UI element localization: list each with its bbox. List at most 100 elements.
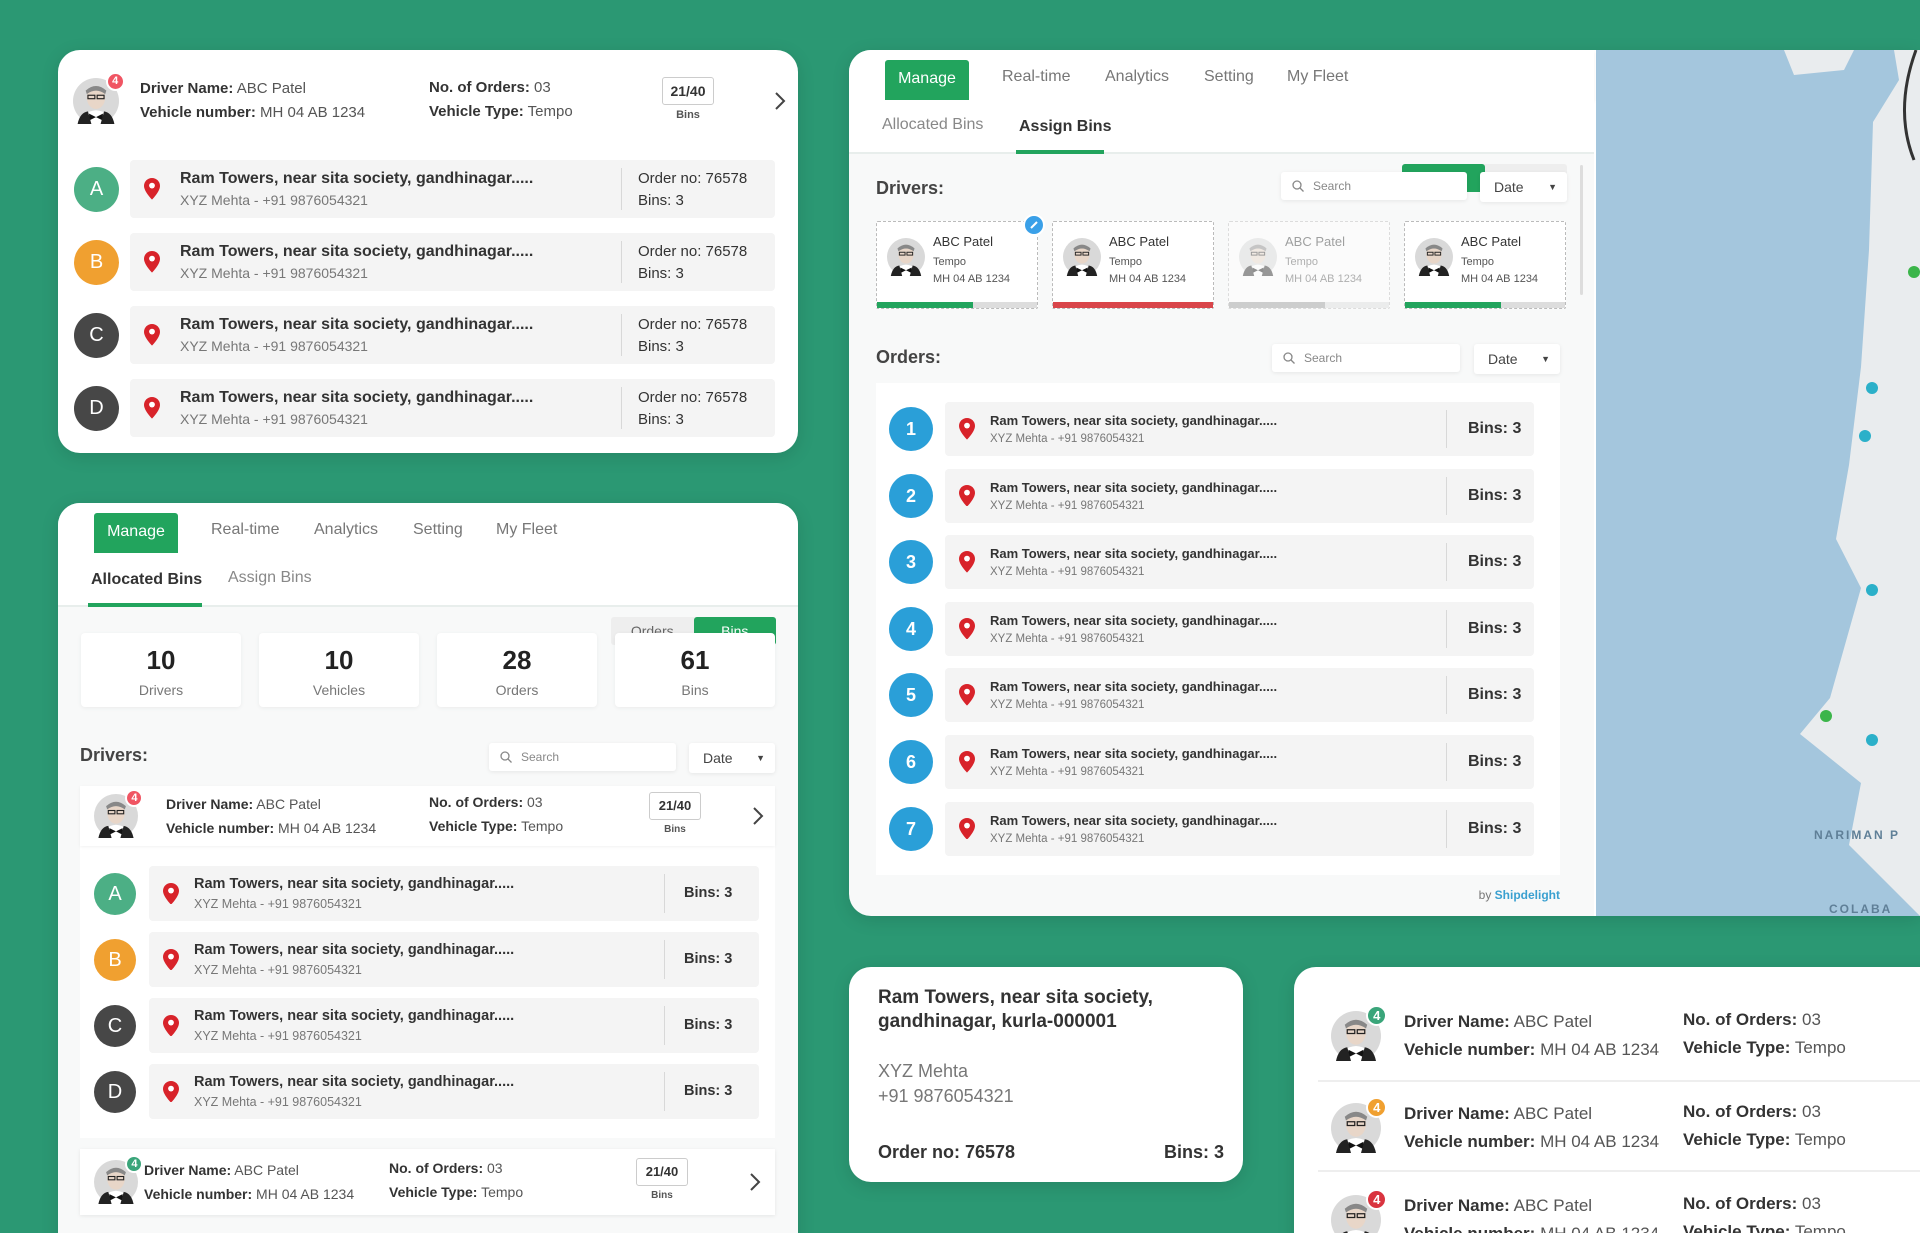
stop-row[interactable]: Ram Towers, near sita society, gandhinag… [130,306,775,364]
order-count-label: No. of Orders: [1683,1102,1798,1122]
row-divider [1446,543,1447,582]
nav-tab-my-fleet[interactable]: My Fleet [1287,68,1348,86]
nav-tab-setting[interactable]: Setting [413,521,463,539]
brand-link[interactable]: Shipdelight [1495,888,1560,902]
driver-select-card[interactable]: ABC Patel Tempo MH 04 AB 1234 [876,214,1045,309]
driver-summary-row[interactable]: 4Driver Name: ABC PatelVehicle number: M… [80,1149,775,1215]
row-divider [1446,743,1447,781]
capacity-bar [1053,302,1213,308]
nav-tab-analytics[interactable]: Analytics [314,521,378,539]
nav-tab-manage[interactable]: Manage [885,60,969,100]
bins-label: Bins [651,1190,673,1201]
order-row[interactable]: Ram Towers, near sita society, gandhinag… [945,468,1534,523]
search-input[interactable]: Search [1281,172,1467,200]
driver-summary-row[interactable]: 4Driver Name: ABC PatelVehicle number: M… [1294,1177,1920,1233]
order-row[interactable]: Ram Towers, near sita society, gandhinag… [945,735,1534,789]
vehicle-type-label: Vehicle Type: [429,102,524,120]
stop-address: Ram Towers, near sita society, gandhinag… [990,746,1278,761]
stop-letter-badge: D [94,1070,136,1113]
nav-tab-real-time[interactable]: Real-time [1002,68,1070,86]
stat-card: 28 Orders [437,633,597,707]
stop-address: Ram Towers, near sita society, gandhinag… [990,612,1278,628]
map-view[interactable]: NARIMAN P COLABA [1594,50,1920,916]
driver-select-card[interactable]: ABC Patel Tempo MH 04 AB 1234 [1052,221,1214,309]
row-divider [664,940,665,979]
nav-tab-my-fleet[interactable]: My Fleet [496,521,557,539]
chevron-right-icon[interactable] [749,1172,761,1195]
driver-summary-row[interactable]: 4Driver Name: ABC PatelVehicle number: M… [80,786,775,846]
stop-contact: XYZ Mehta - +91 9876054321 [990,566,1145,579]
row-divider [1446,676,1447,715]
nav-tab-manage[interactable]: Manage [94,513,178,553]
order-count: No. of Orders: 03 [429,79,551,96]
driver-summary-row[interactable]: 4Driver Name: ABC PatelVehicle number: M… [1294,993,1920,1079]
vehicle-number-value: MH 04 AB 1234 [1540,1039,1660,1059]
driver-select-card[interactable]: ABC Patel Tempo MH 04 AB 1234 [1228,221,1390,309]
chevron-right-icon[interactable] [774,91,786,115]
detail-address: gandhinagar, kurla-000001 [878,1011,1117,1032]
chevron-right-icon[interactable] [752,806,764,829]
bin-count: Bins: 3 [684,884,733,901]
nav-tab-analytics[interactable]: Analytics [1105,68,1169,86]
nav-tab-real-time[interactable]: Real-time [211,521,279,539]
driver-select-card[interactable]: ABC Patel Tempo MH 04 AB 1234 [1404,221,1566,309]
nav-tab-setting[interactable]: Setting [1204,68,1254,86]
row-divider [621,387,622,429]
stop-letter-badge: B [94,938,136,981]
search-input[interactable]: Search [1272,344,1460,372]
vehicle-type-value: Tempo [1794,1130,1846,1150]
order-sequence-number: 2 [889,473,933,518]
order-row[interactable]: Ram Towers, near sita society, gandhinag… [945,668,1534,723]
driver-summary-row[interactable]: 4Driver Name: ABC PatelVehicle number: M… [58,70,798,132]
subtab-allocated-bins[interactable]: Allocated Bins [91,571,202,589]
stop-contact: XYZ Mehta - +91 9876054321 [180,338,368,354]
caret-down-icon: ▼ [1548,182,1557,192]
capacity-fill [1405,302,1501,308]
subtab-allocated-bins[interactable]: Allocated Bins [882,116,983,134]
subtab-assign-bins[interactable]: Assign Bins [228,569,312,587]
driver-card-vehicle: MH 04 AB 1234 [1461,273,1539,285]
bins-capacity: 21/40 [636,1158,688,1186]
stop-row[interactable]: Ram Towers, near sita society, gandhinag… [149,866,759,921]
order-sequence-number: 3 [889,540,933,585]
stop-row[interactable]: Ram Towers, near sita society, gandhinag… [130,233,775,291]
order-row[interactable]: Ram Towers, near sita society, gandhinag… [945,601,1534,656]
date-dropdown[interactable]: Date ▼ [689,743,775,773]
stop-contact: XYZ Mehta - +91 9876054321 [990,766,1145,778]
bins-capacity: 21/40 [649,792,701,820]
driver-avatar [887,238,925,276]
driver-avatar: 4 [1331,1096,1388,1153]
stop-contact: XYZ Mehta - +91 9876054321 [194,962,362,977]
stop-row[interactable]: Ram Towers, near sita society, gandhinag… [149,998,759,1053]
order-row[interactable]: Ram Towers, near sita society, gandhinag… [945,402,1534,456]
subtab-assign-bins[interactable]: Assign Bins [1019,118,1111,136]
order-count: No. of Orders: 03 [1683,1102,1821,1122]
stop-row[interactable]: Ram Towers, near sita society, gandhinag… [130,160,775,218]
date-label: Date [1488,351,1518,367]
vehicle-number: Vehicle number: MH 04 AB 1234 [166,820,376,836]
stop-row[interactable]: Ram Towers, near sita society, gandhinag… [149,1064,759,1119]
search-placeholder: Search [1304,351,1343,365]
order-sequence-number: 1 [889,407,933,451]
bin-count: Bins: 3 [638,411,684,428]
scrollbar[interactable] [1580,165,1583,295]
detail-order-number: Order no: 76578 [878,1142,1016,1162]
driver-name-label: Driver Name: [1404,1103,1510,1123]
vehicle-type-value: Tempo [481,1184,524,1201]
vehicle-type-label: Vehicle Type: [1683,1222,1791,1233]
vehicle-type-label: Vehicle Type: [1683,1038,1791,1058]
search-input[interactable]: Search [489,743,676,771]
search-placeholder: Search [521,750,560,764]
order-count: No. of Orders: 03 [429,794,543,810]
stop-row[interactable]: Ram Towers, near sita society, gandhinag… [149,932,759,987]
order-row[interactable]: Ram Towers, near sita society, gandhinag… [945,801,1534,856]
order-count: No. of Orders: 03 [389,1160,503,1176]
date-dropdown[interactable]: Date ▼ [1474,344,1560,374]
bin-count: Bins: 3 [638,192,684,209]
edit-icon[interactable] [1023,214,1045,236]
date-dropdown[interactable]: Date ▼ [1480,172,1567,202]
map-canvas[interactable] [1594,50,1920,916]
stop-row[interactable]: Ram Towers, near sita society, gandhinag… [130,379,775,437]
driver-summary-row[interactable]: 4Driver Name: ABC PatelVehicle number: M… [1294,1085,1920,1171]
order-row[interactable]: Ram Towers, near sita society, gandhinag… [945,535,1534,590]
